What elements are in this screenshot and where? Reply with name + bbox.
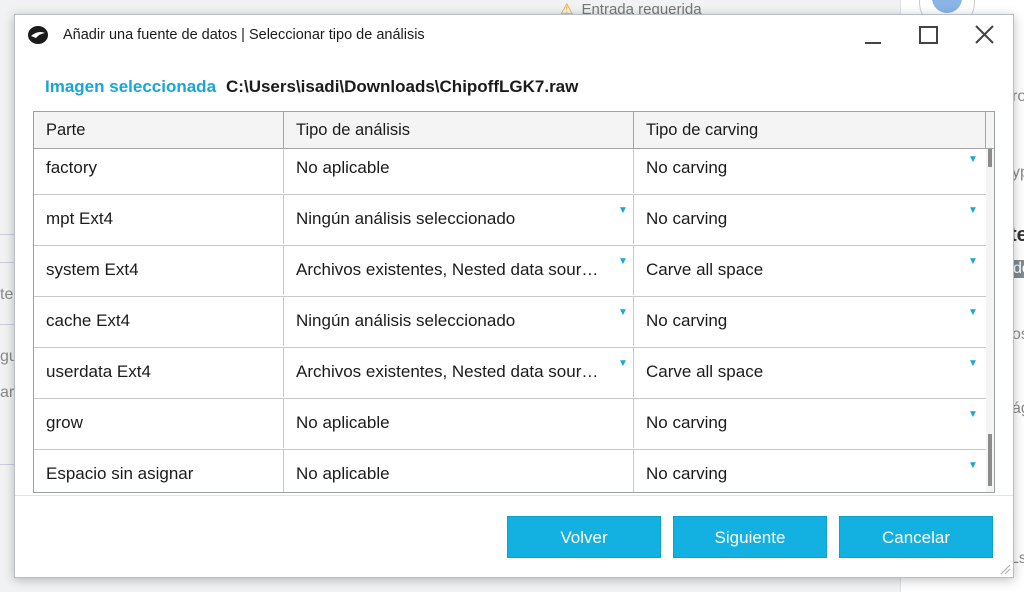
table-row[interactable]: factory No aplicable No carving ▼ [34,149,986,195]
cell-tipo-analisis[interactable]: Ningún análisis seleccionado [284,194,634,244]
close-icon [975,25,994,44]
cell-parte: system Ext4 [34,245,284,295]
table-body: factory No aplicable No carving ▼ mpt Ext4 Ni… [34,149,986,492]
cell-tipo-carving[interactable]: Carve all space [634,245,986,295]
selected-image-label: Imagen seleccionada [45,77,217,96]
background-fragment: te [0,286,14,303]
selected-image-path: C:\Users\isadi\Downloads\ChipoffLGK7.raw [226,77,579,96]
scrollbar-thumb[interactable] [988,149,992,167]
vertical-scrollbar[interactable] [986,149,994,492]
table-row[interactable]: userdata Ext4 Archivos existentes, Nested… [34,347,986,399]
chevron-down-icon[interactable]: ▼ [964,390,982,440]
chevron-down-icon[interactable]: ▼ [964,339,982,389]
cell-tipo-carving[interactable]: Carve all space [634,347,986,397]
cell-tipo-analisis: No aplicable [284,149,634,193]
cell-tipo-analisis[interactable]: Ningún análisis seleccionado [284,296,634,346]
add-data-source-dialog: Añadir una fuente de datos | Seleccionar… [14,14,1014,578]
app-logo-icon [28,26,48,44]
table-row[interactable]: system Ext4 Archivos existentes, Nested d… [34,245,986,297]
maximize-button[interactable] [909,19,949,51]
divider [15,495,1013,496]
chevron-down-icon[interactable]: ▼ [614,339,632,389]
close-button[interactable] [965,19,1005,51]
table-row[interactable]: mpt Ext4 Ningún análisis seleccionado No c… [34,194,986,246]
background-fragment: gu [0,348,14,365]
selected-image-row: Imagen seleccionada C:\Users\isadi\Downlo… [45,77,578,99]
cell-tipo-analisis: No aplicable [284,449,634,492]
column-header-tipo-analisis[interactable]: Tipo de análisis [284,112,634,148]
cell-tipo-carving[interactable]: No carving [634,449,986,492]
cell-tipo-carving[interactable]: No carving [634,296,986,346]
cell-parte: Espacio sin asignar [34,449,284,492]
chevron-down-icon[interactable]: ▼ [964,149,982,185]
cell-parte: userdata Ext4 [34,347,284,397]
cell-tipo-carving[interactable]: No carving [634,149,986,193]
next-button[interactable]: Siguiente [673,516,827,558]
cell-parte: cache Ext4 [34,296,284,346]
cell-parte: factory [34,149,284,193]
dialog-title: Añadir una fuente de datos | Seleccionar… [63,27,425,43]
cell-parte: mpt Ext4 [34,194,284,244]
column-header-tipo-carving[interactable]: Tipo de carving [634,112,986,148]
chevron-down-icon[interactable]: ▼ [964,441,982,491]
chevron-down-icon[interactable]: ▼ [614,186,632,236]
chevron-down-icon[interactable]: ▼ [964,237,982,287]
cell-parte: grow [34,398,284,448]
cancel-button[interactable]: Cancelar [839,516,993,558]
chevron-down-icon[interactable]: ▼ [964,288,982,338]
maximize-icon [919,26,938,44]
cell-tipo-analisis: No aplicable [284,398,634,448]
column-header-parte[interactable]: Parte [34,112,284,148]
back-button[interactable]: Volver [507,516,661,558]
scrollbar-thumb-lower[interactable] [988,434,992,486]
table-row[interactable]: cache Ext4 Ningún análisis seleccionado No… [34,296,986,348]
chevron-down-icon[interactable]: ▼ [614,288,632,338]
minimize-button[interactable] [853,19,893,51]
cell-tipo-analisis[interactable]: Archivos existentes, Nested data sourc..… [284,245,634,295]
title-bar[interactable]: Añadir una fuente de datos | Seleccionar… [15,15,1013,55]
cell-tipo-carving[interactable]: No carving [634,398,986,448]
minimize-icon [865,42,881,44]
partitions-table: Parte Tipo de análisis Tipo de carving f… [33,111,995,493]
cell-tipo-carving[interactable]: No carving [634,194,986,244]
chevron-down-icon[interactable]: ▼ [964,186,982,236]
cell-tipo-analisis[interactable]: Archivos existentes, Nested data sourc..… [284,347,634,397]
table-row[interactable]: grow No aplicable No carving ▼ [34,398,986,450]
chevron-down-icon[interactable]: ▼ [614,237,632,287]
background-fragment: ar [0,384,14,401]
resize-grip-icon[interactable] [997,561,1011,575]
table-header: Parte Tipo de análisis Tipo de carving [34,112,994,149]
table-row[interactable]: Espacio sin asignar No aplicable No carvin… [34,449,986,492]
